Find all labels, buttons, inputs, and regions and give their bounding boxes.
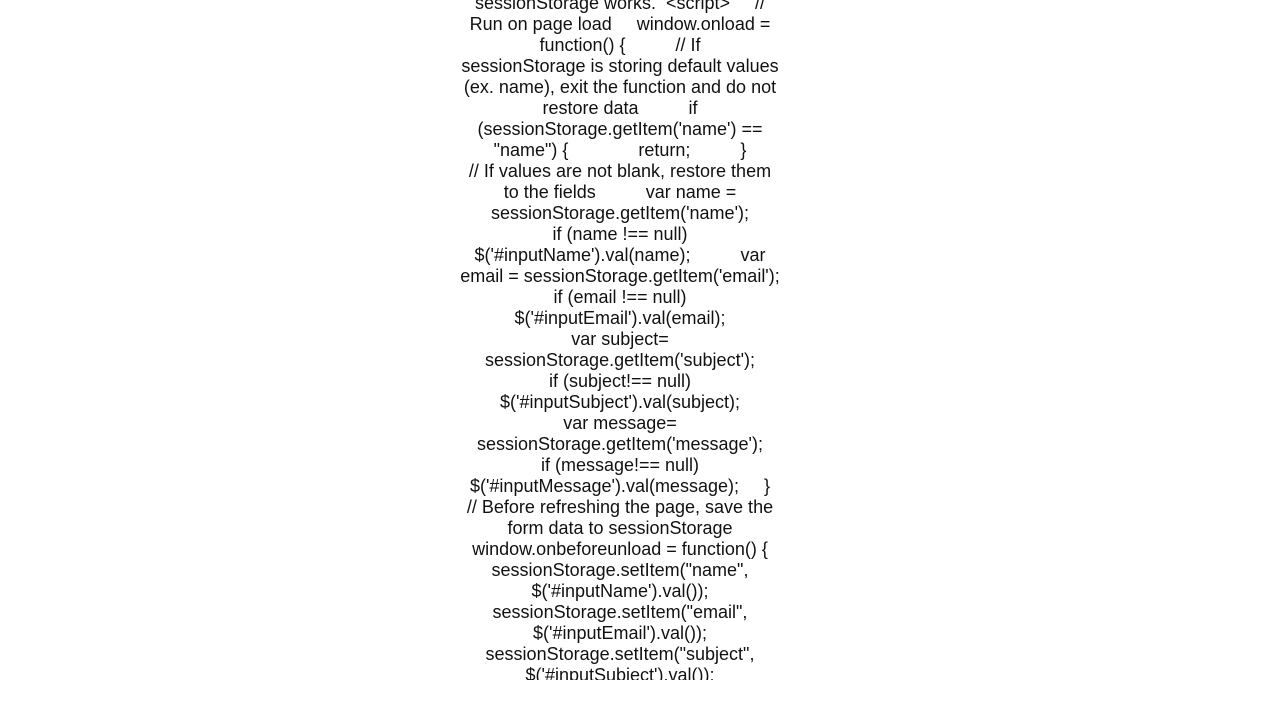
text-line: $('#inputSubject').val(subject); xyxy=(500,392,740,412)
text-line: form data to sessionStorage xyxy=(507,518,733,538)
text-line: if (message!== null) xyxy=(540,455,700,475)
text-line: var message= xyxy=(563,413,677,433)
text-line: function() { // If xyxy=(539,35,701,55)
text-line: sessionStorage.getItem('name'); xyxy=(491,203,749,223)
text-line: $('#inputMessage').val(message); } xyxy=(469,476,770,496)
text-line: if (subject!== null) xyxy=(548,371,692,391)
text-line: (ex. name), exit the function and do not xyxy=(463,77,777,97)
text-line: sessionStorage.getItem('subject'); xyxy=(485,350,755,370)
text-line: sessionStorage works. <script> // xyxy=(474,0,766,13)
text-line: $('#inputName').val(name); var xyxy=(474,245,766,265)
text-line: sessionStorage.getItem('message'); xyxy=(476,434,763,454)
page-viewport: sessionStorage works. <script> // Run on… xyxy=(0,0,1280,680)
text-line: if (name !== null) xyxy=(552,224,688,244)
text-line: $('#inputEmail').val()); xyxy=(533,623,707,643)
text-line: email = sessionStorage.getItem('email'); xyxy=(460,266,780,286)
text-line: restore data if xyxy=(542,98,698,118)
text-line: to the fields var name = xyxy=(503,182,737,202)
text-line: if (email !== null) xyxy=(553,287,687,307)
text-line: $('#inputName').val()); xyxy=(531,581,709,601)
text-line: $('#inputSubject').val()); xyxy=(525,665,715,680)
text-line: // If values are not blank, restore them xyxy=(468,161,772,181)
text-line: sessionStorage is storing default values xyxy=(461,56,779,76)
text-line: sessionStorage.setItem("subject", xyxy=(485,644,755,664)
code-text-block: sessionStorage works. <script> // Run on… xyxy=(455,0,785,680)
text-line: (sessionStorage.getItem('name') == xyxy=(477,119,763,139)
text-line: window.onbeforeunload = function() { xyxy=(472,539,768,559)
text-line: "name") { return; } xyxy=(493,140,747,160)
text-line: var subject= xyxy=(571,329,669,349)
text-line: sessionStorage.setItem("name", xyxy=(491,560,749,580)
text-line: sessionStorage.setItem("email", xyxy=(492,602,748,622)
text-line: Run on page load window.onload = xyxy=(469,14,771,34)
text-line: // Before refreshing the page, save the xyxy=(466,497,774,517)
text-line: $('#inputEmail').val(email); xyxy=(514,308,726,328)
